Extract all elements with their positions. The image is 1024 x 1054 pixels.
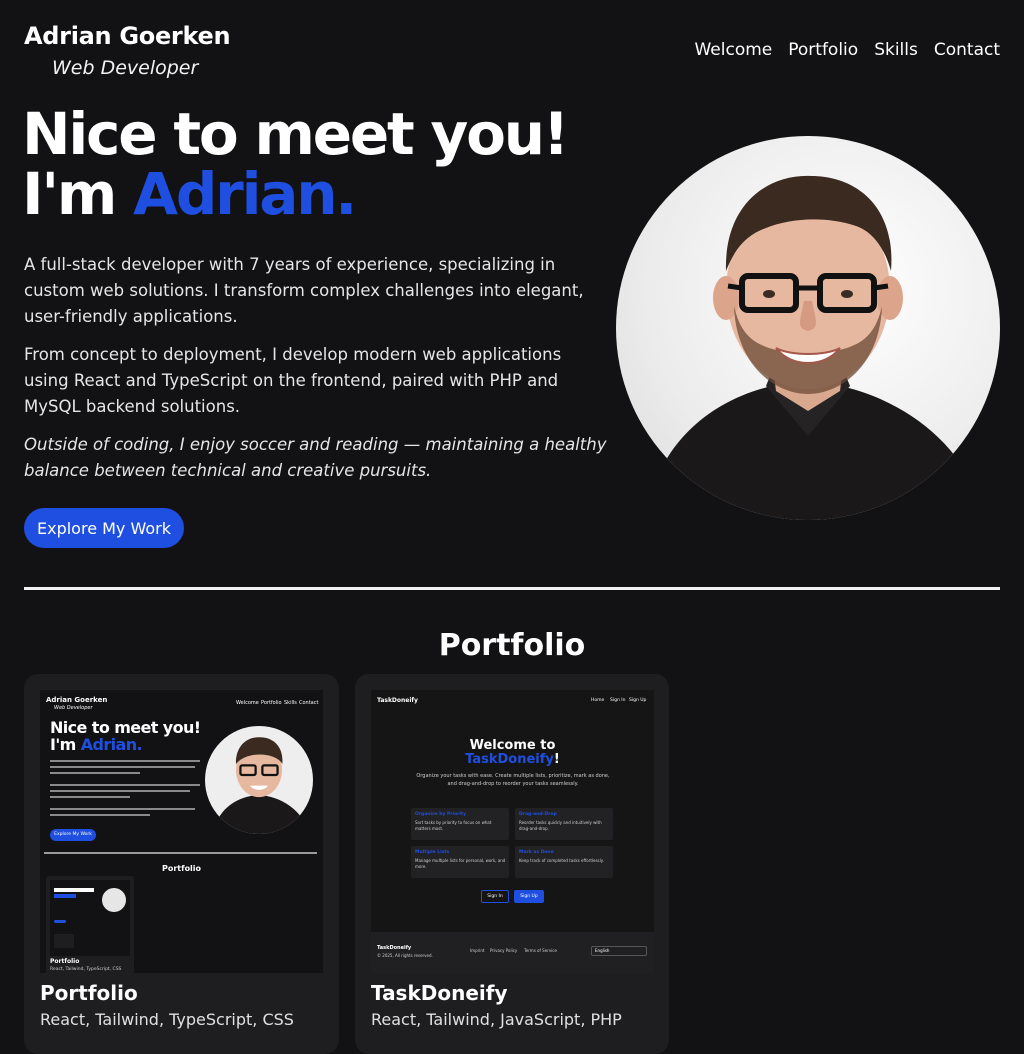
preview-nav-skills: Skills	[284, 700, 297, 706]
preview-nav-portfolio: Portfolio	[261, 700, 282, 706]
preview-footer-terms: Terms of Service	[524, 948, 557, 953]
preview-feature-title: Organize by Priority	[415, 812, 467, 817]
preview-nested-thumb	[50, 880, 130, 956]
bio-paragraph-stack: From concept to deployment, I develop mo…	[24, 345, 562, 416]
preview-cta-button: Explore My Work	[50, 829, 96, 841]
preview-text-line	[50, 766, 195, 768]
preview-text-line	[54, 894, 76, 898]
project-thumbnail: Adrian Goerken Web Developer Welcome Por…	[40, 690, 323, 973]
bio-paragraph-hobbies: Outside of coding, I enjoy soccer and re…	[24, 435, 607, 480]
project-tags: React, Tailwind, JavaScript, PHP	[371, 1010, 622, 1029]
project-card-portfolio[interactable]: Adrian Goerken Web Developer Welcome Por…	[24, 674, 339, 1054]
preview-sign-in-button: Sign In	[481, 890, 509, 903]
nav-portfolio[interactable]: Portfolio	[788, 40, 858, 60]
nav-skills[interactable]: Skills	[874, 40, 918, 60]
preview-nested-cta	[54, 920, 66, 923]
preview-hero-line2: I'm Adrian.	[50, 735, 143, 754]
preview-app-name-bang: !	[553, 752, 560, 767]
project-thumbnail: TaskDoneify Home Sign In Sign Up Welcome…	[371, 690, 654, 973]
preview-app-name: TaskDoneify!	[371, 752, 654, 767]
preview-feature-card: Mark as Done Keep track of completed tas…	[515, 846, 613, 878]
preview-text-line	[50, 808, 195, 810]
hero-title-line1: Nice to meet you!	[22, 100, 569, 168]
preview-text-line	[50, 790, 190, 792]
preview-feature-title: Drag-and-Drop	[519, 812, 557, 817]
site-header: Adrian Goerken Web Developer Welcome Por…	[0, 0, 1024, 90]
preview-footer-brand: TaskDoneify	[377, 945, 412, 951]
preview-subtitle: Organize your tasks with ease. Create mu…	[416, 773, 610, 787]
preview-footer-copy: © 2025, All rights reserved.	[377, 953, 433, 958]
preview-nested-tags: React, Tailwind, TypeScript, CSS	[50, 967, 122, 972]
preview-nav-welcome: Welcome	[236, 700, 259, 706]
preview-welcome: Welcome to	[469, 738, 556, 753]
preview-nested-card-mini	[54, 934, 74, 948]
preview-brand-name: Adrian Goerken	[46, 696, 108, 704]
nav-welcome[interactable]: Welcome	[694, 40, 772, 60]
preview-footer: TaskDoneify © 2025, All rights reserved.…	[371, 932, 654, 973]
preview-text-line	[50, 784, 200, 786]
preview-feature-card: Drag-and-Drop Reorder tasks quickly and …	[515, 808, 613, 840]
hero-title-prefix: I'm	[22, 160, 134, 228]
preview-footer-imprint: Imprint	[470, 948, 485, 953]
preview-nested-title: Portfolio	[50, 958, 80, 965]
hero-title-name: Adrian.	[133, 160, 357, 228]
preview-feature-title: Mark as Done	[519, 850, 554, 855]
nav-contact[interactable]: Contact	[934, 40, 1000, 60]
section-divider	[24, 587, 1000, 590]
brand-role: Web Developer	[52, 57, 199, 79]
preview-footer-privacy: Privacy Policy	[490, 948, 518, 953]
preview-brand: TaskDoneify	[377, 697, 418, 704]
preview-nav-home: Home	[591, 698, 605, 703]
preview-brand-role: Web Developer	[54, 705, 93, 711]
brand-name: Adrian Goerken	[24, 22, 231, 50]
preview-text-line	[50, 760, 200, 762]
project-tags: React, Tailwind, TypeScript, CSS	[40, 1010, 294, 1029]
preview-feature-text: Manage multiple lists for personal, work…	[415, 858, 506, 869]
preview-section-title: Portfolio	[161, 864, 202, 873]
preview-feature-text: Reorder tasks quickly and intuitively wi…	[519, 820, 602, 831]
preview-feature-title: Multiple Lists	[415, 850, 450, 855]
main-nav: Welcome Portfolio Skills Contact	[694, 40, 1000, 60]
profile-photo-illustration	[646, 175, 986, 520]
preview-hero-accent: Adrian.	[80, 735, 143, 754]
preview-hero-prefix: I'm	[50, 735, 81, 754]
profile-photo	[616, 136, 1000, 520]
project-card-taskdoneify[interactable]: TaskDoneify Home Sign In Sign Up Welcome…	[355, 674, 669, 1054]
preview-text-line	[50, 814, 150, 816]
preview-feature-text: Sort tasks by priority to focus on what …	[415, 820, 492, 831]
preview-profile-photo	[205, 726, 313, 834]
preview-app-name-accent: TaskDoneify	[465, 752, 554, 767]
preview-nav-contact: Contact	[299, 700, 319, 706]
explore-work-button[interactable]: Explore My Work	[24, 508, 184, 548]
preview-text-line	[54, 888, 94, 892]
preview-nav-sign-in: Sign In	[610, 698, 626, 703]
project-title: TaskDoneify	[371, 981, 508, 1005]
preview-text-line	[50, 796, 130, 798]
preview-feature-card: Multiple Lists Manage multiple lists for…	[411, 846, 509, 878]
hero-title: Nice to meet you! I'm Adrian.	[22, 104, 569, 224]
bio-paragraph-experience: A full-stack developer with 7 years of e…	[24, 255, 584, 326]
preview-nested-photo	[102, 888, 126, 912]
preview-nav-sign-up: Sign Up	[629, 698, 647, 703]
preview-nested-card: Portfolio React, Tailwind, TypeScript, C…	[46, 876, 134, 973]
preview-divider	[44, 852, 317, 854]
preview-feature-text: Keep track of completed tasks effortless…	[519, 858, 604, 863]
preview-feature-card: Organize by Priority Sort tasks by prior…	[411, 808, 509, 840]
preview-text-line	[50, 772, 140, 774]
project-title: Portfolio	[40, 981, 138, 1005]
preview-sign-up-button: Sign Up	[514, 890, 544, 903]
preview-language-select: English	[591, 946, 647, 956]
portfolio-section-title: Portfolio	[438, 628, 586, 663]
